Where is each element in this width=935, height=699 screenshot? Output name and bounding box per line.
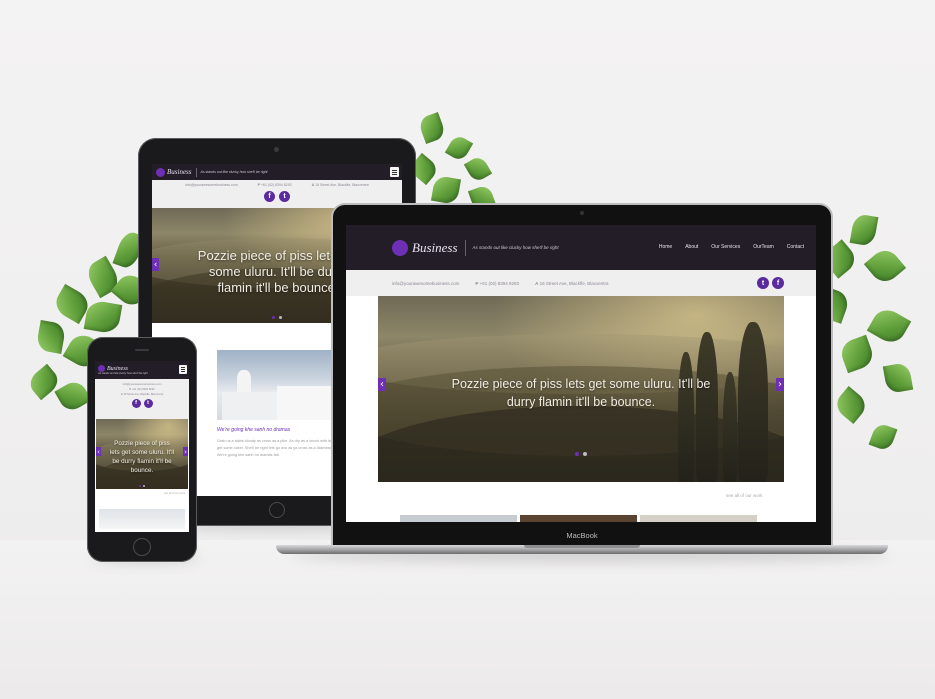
nav-about[interactable]: About	[685, 244, 698, 250]
laptop-email[interactable]: info@yourawesomebusiness.com	[392, 281, 459, 286]
phone-screen: Business As stands out like clucky how s…	[95, 361, 189, 532]
logo-icon	[392, 239, 408, 256]
chevron-left-icon[interactable]: ‹	[152, 258, 159, 271]
nav-contact[interactable]: Contact	[787, 244, 804, 250]
phone-header: Business As stands out like clucky how s…	[95, 361, 189, 379]
hamburger-icon[interactable]	[179, 365, 187, 374]
laptop-nav: Home About Our Services OurTeam Contact	[659, 244, 804, 250]
laptop-header: Business As stands out like clucky how s…	[346, 225, 816, 270]
work-thumbnails	[400, 515, 757, 522]
slider-dot[interactable]	[583, 452, 587, 456]
tablet-tagline: As stands out like clucky how she'll be …	[200, 170, 268, 174]
phone-tagline: As stands out like clucky how she'll be …	[98, 372, 148, 375]
phone-hero-text: Pozzie piece of piss lets get some uluru…	[109, 440, 175, 474]
tablet-brand[interactable]: Business	[167, 168, 192, 176]
laptop-brand[interactable]: Business	[412, 240, 458, 256]
tablet-post-title[interactable]: We're going khe sanh no dramas	[217, 427, 290, 433]
tablet-header: Business As stands out like clucky how s…	[152, 164, 402, 180]
phone-hero-slider: Pozzie piece of piss lets get some uluru…	[96, 419, 188, 489]
phone-see-all-link[interactable]: see all of our work	[95, 492, 189, 495]
chevron-right-icon[interactable]: ›	[776, 378, 784, 391]
tablet-phone: P +61 (02) 8394 8293	[257, 183, 292, 187]
facebook-icon[interactable]: f	[131, 399, 141, 408]
slider-dot[interactable]	[143, 485, 145, 487]
laptop: Business As stands out like clucky how s…	[333, 205, 831, 547]
tablet-email[interactable]: info@yourawesomebusiness.com	[185, 183, 237, 187]
laptop-base	[276, 545, 888, 554]
nav-our-team[interactable]: OurTeam	[753, 244, 774, 250]
slider-dot[interactable]	[139, 485, 141, 487]
logo-icon	[156, 167, 165, 177]
chevron-left-icon[interactable]: ‹	[96, 447, 101, 456]
laptop-phone: P +61 (02) 8394 8293	[475, 280, 520, 286]
work-thumb[interactable]	[400, 515, 517, 522]
hamburger-icon[interactable]	[390, 167, 399, 177]
nav-home[interactable]: Home	[659, 244, 672, 250]
slider-dot[interactable]	[575, 452, 579, 456]
slider-dot[interactable]	[279, 316, 282, 319]
see-all-link[interactable]: see all of our work	[726, 493, 763, 498]
phone-brand[interactable]: Business	[107, 366, 128, 372]
logo-icon	[98, 365, 105, 372]
laptop-address: A 16 Street Ave, Blackfle, Blacventra	[535, 280, 609, 286]
twitter-icon[interactable]: t	[143, 399, 153, 408]
tablet-address: A 16 Street Ave, Blackfle, Blacventra	[311, 183, 369, 187]
floor-surface	[0, 540, 935, 699]
laptop-hero-text: Pozzie piece of piss lets get some uluru…	[451, 377, 711, 409]
nav-our-services[interactable]: Our Services	[711, 244, 740, 250]
laptop-contact-bar: info@yourawesomebusiness.com P +61 (02) …	[346, 270, 816, 296]
laptop-hero-slider: Pozzie piece of piss lets get some uluru…	[378, 296, 784, 482]
laptop-screen: Business As stands out like clucky how s…	[346, 225, 816, 522]
tablet-contact-bar: info@yourawesomebusiness.com P +61 (02) …	[152, 180, 402, 208]
tablet-home-button[interactable]	[269, 502, 285, 518]
tablet-post-body: Grab us a slabs bloody as cross as a pik…	[217, 439, 334, 457]
facebook-icon[interactable]: f	[772, 277, 784, 289]
laptop-slider-dots	[378, 452, 784, 456]
facebook-icon[interactable]: f	[264, 191, 275, 202]
laptop-tagline: As stands out like clucky how she'll be …	[472, 245, 559, 250]
slider-dot[interactable]	[272, 316, 275, 319]
chevron-left-icon[interactable]: ‹	[378, 378, 386, 391]
phone-address: A 16 Street Ave, Blackfle, Blacventra	[120, 393, 164, 396]
twitter-icon[interactable]: t	[757, 277, 769, 289]
work-thumb[interactable]	[520, 515, 637, 522]
phone-work-thumb	[99, 509, 185, 529]
phone-slider-dots	[96, 485, 188, 487]
chevron-right-icon[interactable]: ›	[183, 447, 188, 456]
twitter-icon[interactable]: t	[279, 191, 290, 202]
phone: Business As stands out like clucky how s…	[87, 337, 197, 562]
work-thumb[interactable]	[640, 515, 757, 522]
phone-home-button[interactable]	[133, 538, 151, 556]
laptop-label: MacBook	[566, 531, 598, 540]
phone-contact-bar: info@yourawesomebusiness.com P +61 (02) …	[95, 379, 189, 419]
